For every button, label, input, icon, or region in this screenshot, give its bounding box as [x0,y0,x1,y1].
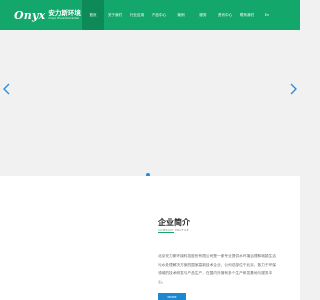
nav-label: 产品中心 [151,12,167,17]
nav-label: 关于我们 [107,12,123,17]
main-nav: 首页 关于我们 行业应用 产品中心 案例 服务 资讯中心 联系我们 En [82,0,276,30]
logo-english-name: Onyx Environmental [48,16,79,21]
nav-about[interactable]: 关于我们 [104,0,126,30]
chevron-right-icon [290,83,297,95]
nav-label: 服务 [199,12,207,17]
title-underline [158,232,174,233]
nav-label: 案例 [177,12,185,17]
nav-industry[interactable]: 行业应用 [126,0,148,30]
top-navigation-bar: Onyx 安力斯环境 Onyx Environmental 首页 关于我们 行业… [0,0,300,30]
nav-products[interactable]: 产品中心 [148,0,170,30]
nav-label: En [264,13,270,17]
hero-banner [0,30,300,176]
nav-contact[interactable]: 联系我们 [236,0,258,30]
nav-label: 资讯中心 [217,12,233,17]
banner-prev-button[interactable] [2,83,12,95]
nav-label: 行业应用 [129,12,145,17]
logo-text: 安力斯环境 Onyx Environmental [48,10,81,21]
nav-service[interactable]: 服务 [192,0,214,30]
more-button[interactable]: MORE [158,293,186,300]
company-description: 北京安力斯环境科技股份有限公司是一家专业提供水环境治理和城镇生活污水处理解决方案… [158,254,276,284]
section-title: 企业简介 [158,218,190,227]
nav-news[interactable]: 资讯中心 [214,0,236,30]
brand-logo[interactable]: Onyx 安力斯环境 Onyx Environmental [14,6,81,24]
nav-label: 联系我们 [239,12,255,17]
nav-cases[interactable]: 案例 [170,0,192,30]
nav-home[interactable]: 首页 [82,0,104,30]
chevron-left-icon [3,83,10,95]
logo-mark: Onyx [14,8,46,22]
banner-next-button[interactable] [288,83,298,95]
more-label: MORE [167,294,177,299]
nav-english[interactable]: En [258,0,276,30]
nav-label: 首页 [89,12,97,17]
